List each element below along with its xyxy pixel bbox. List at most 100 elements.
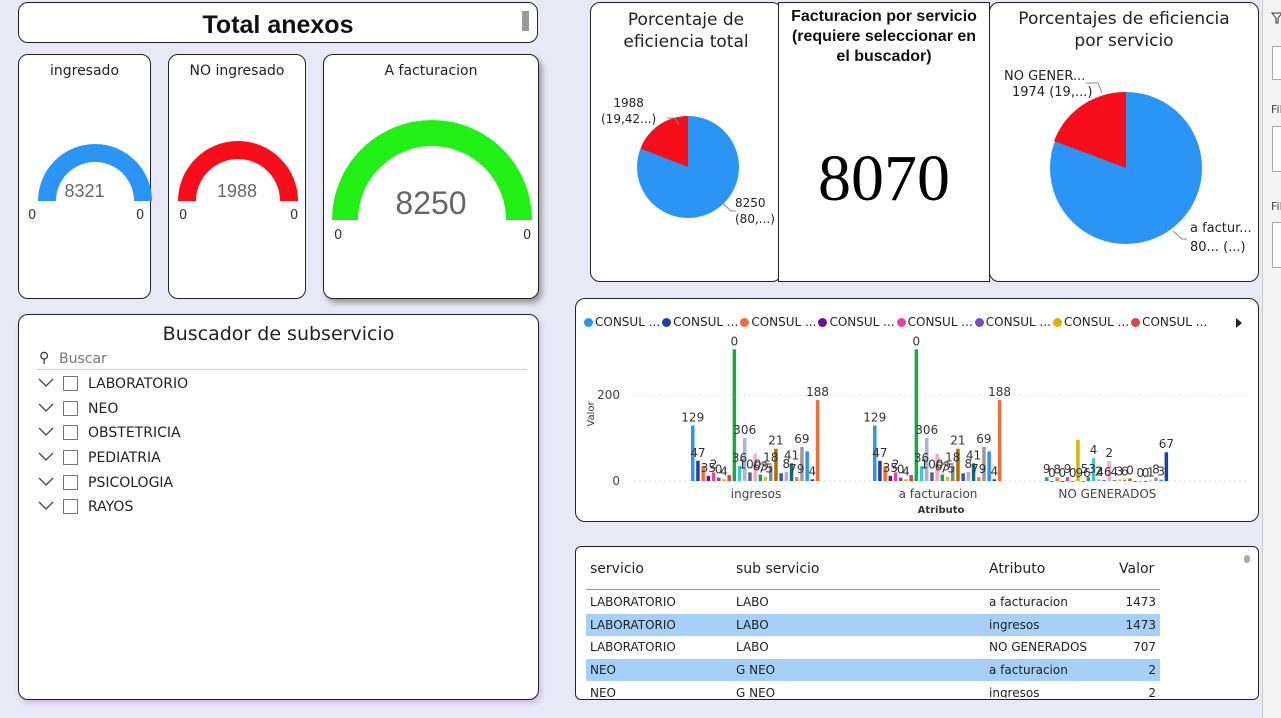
gauge-card-ingresado[interactable]: ingresado 8321 0 0 bbox=[18, 54, 152, 299]
filter-card[interactable] bbox=[1272, 126, 1281, 172]
data-table-card: servicio sub servicio Atributo Valor LAB… bbox=[575, 546, 1259, 700]
table-row[interactable]: LABORATORIO LABO NO GENERADOS 707 bbox=[586, 636, 1160, 658]
gauge-min: 0 bbox=[334, 228, 343, 243]
pie-label-blue: 8250 (80,...) bbox=[735, 195, 775, 227]
bar-chart-card: CONSUL ... CONSUL ... CONSUL ... CONSUL ...… bbox=[575, 298, 1259, 522]
chevron-down-icon[interactable] bbox=[37, 451, 55, 463]
cell-atributo: ingresos bbox=[989, 686, 1040, 698]
y-axis-label: Valor bbox=[586, 401, 597, 427]
column-header[interactable]: sub servicio bbox=[736, 561, 820, 577]
checkbox[interactable] bbox=[63, 499, 78, 514]
table-row[interactable]: NEO G NEO a facturacion 2 bbox=[586, 659, 1160, 681]
cell-sub: LABO bbox=[736, 640, 769, 654]
tree-item-label: OBSTETRICIA bbox=[88, 425, 181, 441]
data-label: 41 bbox=[966, 448, 981, 462]
data-label: 21 bbox=[950, 434, 965, 448]
bar bbox=[1081, 481, 1085, 482]
gauge-arc bbox=[178, 141, 298, 202]
chevron-down-icon[interactable] bbox=[37, 402, 55, 414]
data-label: 47 bbox=[872, 446, 887, 460]
gauge-arc bbox=[38, 144, 152, 202]
column-header[interactable]: Valor bbox=[1119, 561, 1154, 577]
bar bbox=[909, 474, 913, 481]
chevron-down-icon[interactable] bbox=[37, 377, 55, 389]
checkbox[interactable] bbox=[63, 425, 78, 440]
gauge-card-no-ingresado[interactable]: NO ingresado 1988 0 0 bbox=[168, 54, 306, 299]
checkbox[interactable] bbox=[63, 376, 78, 391]
bar bbox=[1133, 481, 1137, 482]
cell-valor: 1473 bbox=[1125, 595, 1156, 609]
cell-sub: G NEO bbox=[736, 686, 776, 698]
tree-item-label: PSICOLOGIA bbox=[88, 475, 174, 491]
bar bbox=[696, 460, 700, 481]
bar bbox=[1138, 481, 1143, 482]
column-header[interactable]: servicio bbox=[590, 561, 644, 577]
filter-card[interactable] bbox=[1272, 222, 1281, 268]
scrollbar[interactable] bbox=[522, 11, 529, 31]
filter-input[interactable] bbox=[1272, 46, 1281, 80]
bar bbox=[977, 477, 981, 481]
data-label: 129 bbox=[681, 410, 704, 424]
data-label: 4 bbox=[720, 464, 728, 478]
gauge-value: 8321 bbox=[64, 181, 105, 201]
data-label: 4 bbox=[902, 464, 910, 478]
data-label: 41 bbox=[784, 448, 799, 462]
bar bbox=[795, 477, 799, 481]
bar bbox=[961, 473, 965, 481]
header-divider bbox=[586, 589, 1160, 590]
filters-pane[interactable]: Fil Fil bbox=[1262, 0, 1281, 718]
column-header[interactable]: Atributo bbox=[989, 561, 1045, 577]
data-label: 53 bbox=[1081, 462, 1096, 476]
gauge-card-a-facturacion[interactable]: A facturacion 8250 0 0 bbox=[323, 54, 539, 299]
page-title-card: Total anexos bbox=[18, 2, 538, 43]
search-input[interactable]: ⚲ Buscar bbox=[37, 349, 527, 370]
cell-atributo: ingresos bbox=[989, 618, 1040, 632]
table-row[interactable]: NEO G NEO ingresos 2 bbox=[586, 682, 1160, 698]
cell-servicio: LABORATORIO bbox=[590, 595, 676, 609]
table-scrollbar[interactable] bbox=[1244, 555, 1250, 563]
filter-icon[interactable] bbox=[1271, 12, 1281, 24]
data-label: 3 bbox=[1157, 465, 1165, 479]
data-label: 306 bbox=[733, 423, 756, 437]
pie-label-blue: a factur... 80... (...) bbox=[1190, 219, 1252, 257]
data-label: 2 bbox=[1105, 446, 1113, 460]
bar-chart[interactable]: 0200ValorAtributo12947352040363061006375… bbox=[576, 299, 1260, 523]
gauge-min: 0 bbox=[28, 208, 37, 223]
cell-atributo: a facturacion bbox=[989, 595, 1068, 609]
data-label: 67 bbox=[1159, 437, 1174, 451]
bar bbox=[815, 400, 820, 481]
bar bbox=[1164, 452, 1169, 481]
pie-label-line: NO GENER... bbox=[1004, 69, 1086, 84]
pie-card-total: Porcentaje de eficiencia total 1988 (19,… bbox=[590, 2, 782, 282]
cell-valor: 707 bbox=[1133, 640, 1156, 654]
x-category-label: NO GENERADOS bbox=[1058, 487, 1156, 501]
checkbox[interactable] bbox=[63, 475, 78, 490]
bar bbox=[1117, 479, 1122, 481]
subservice-search-panel: Buscador de subservicio ⚲ Buscar LABORAT… bbox=[18, 314, 539, 700]
data-label: 188 bbox=[806, 385, 829, 399]
cell-atributo: a facturacion bbox=[989, 663, 1068, 677]
checkbox[interactable] bbox=[63, 401, 78, 416]
data-label: 188 bbox=[988, 385, 1011, 399]
checkbox[interactable] bbox=[63, 450, 78, 465]
data-label: 4 bbox=[991, 464, 999, 478]
chevron-down-icon[interactable] bbox=[37, 476, 55, 488]
cell-valor: 2 bbox=[1148, 686, 1156, 698]
bar bbox=[779, 473, 783, 481]
chevron-down-icon[interactable] bbox=[37, 500, 55, 512]
cell-servicio: NEO bbox=[590, 663, 617, 677]
bar bbox=[1060, 481, 1065, 482]
bar bbox=[722, 479, 726, 481]
table-row[interactable]: LABORATORIO LABO a facturacion 1473 bbox=[586, 591, 1160, 613]
cell-atributo: NO GENERADOS bbox=[989, 640, 1088, 654]
bar bbox=[1071, 481, 1075, 482]
bar bbox=[1102, 480, 1106, 481]
chevron-down-icon[interactable] bbox=[37, 426, 55, 438]
data-label: 0 bbox=[1126, 463, 1134, 477]
bar bbox=[992, 479, 997, 481]
table-row[interactable]: LABORATORIO LABO ingresos 1473 bbox=[586, 614, 1160, 636]
bar bbox=[878, 460, 882, 481]
data-label: 46 bbox=[1096, 465, 1111, 479]
pie-chart[interactable] bbox=[591, 3, 783, 283]
pie-label-line: 1988 bbox=[613, 96, 644, 110]
